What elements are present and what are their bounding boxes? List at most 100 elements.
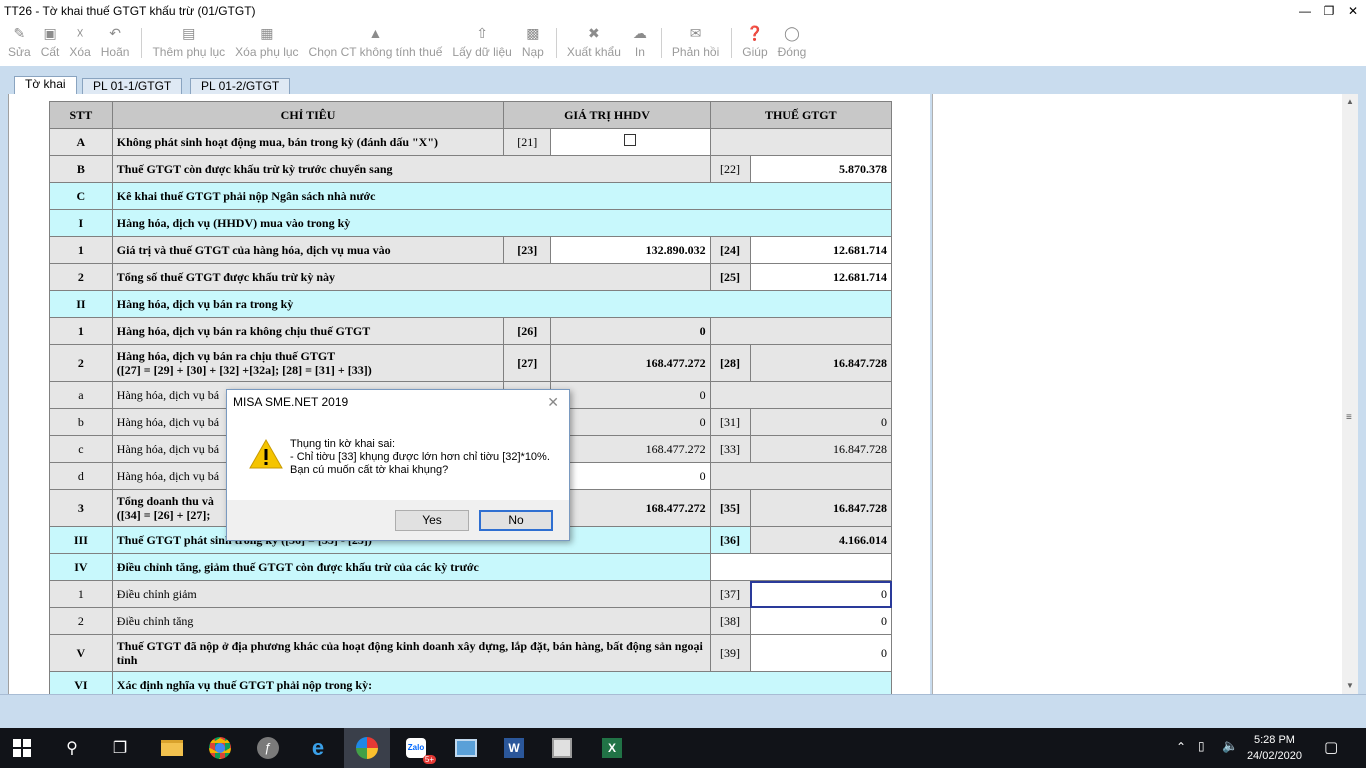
table-row: 1 Hàng hóa, dịch vụ bán ra không chịu th… [49, 317, 893, 345]
table-row: C Kê khai thuế GTGT phải nộp Ngân sách n… [49, 182, 893, 210]
close-form-icon: ◯ [784, 24, 800, 41]
fetch-data-icon: ⇧ [476, 24, 488, 41]
help-button[interactable]: ❓ Giúp [738, 22, 771, 60]
table-row: 2 Điều chỉnh tăng [38] 0 [49, 607, 893, 635]
calculator-button[interactable] [548, 734, 576, 762]
misa-button[interactable] [344, 728, 390, 768]
field-33[interactable]: 16.847.728 [749, 435, 893, 463]
photos-icon [455, 739, 477, 757]
notification-badge: 5+ [422, 755, 436, 764]
warning-icon [249, 438, 283, 469]
no-activity-checkbox[interactable] [624, 134, 637, 146]
photos-button[interactable] [452, 734, 480, 762]
field-37[interactable]: 0 [749, 580, 893, 608]
feedback-button[interactable]: ✉ Phản hồi [668, 22, 723, 60]
scroll-down-icon[interactable]: ▼ [1342, 678, 1358, 694]
tab-pl-01-2[interactable]: PL 01-2/GTGT [190, 78, 291, 94]
add-appendix-icon: ▤ [182, 24, 196, 41]
toolbar-separator [555, 28, 557, 58]
file-explorer-button[interactable] [158, 734, 186, 762]
word-icon: W [504, 738, 524, 758]
field-34[interactable]: 168.477.272 [550, 489, 711, 527]
field-39[interactable]: 0 [749, 634, 893, 672]
toolbar-separator [731, 28, 733, 58]
field-22[interactable]: 5.870.378 [749, 155, 893, 183]
misa-icon [356, 737, 378, 759]
search-button[interactable]: ⚲ [58, 734, 86, 762]
close-form-button[interactable]: ◯ Đóng [774, 22, 811, 60]
dialog-footer: Yes No [227, 500, 569, 540]
undo-button[interactable]: ↶ Hoãn [97, 22, 134, 60]
field-30[interactable]: 0 [550, 408, 711, 436]
flash-button[interactable]: ƒ [254, 734, 282, 762]
zalo-button[interactable]: Zalo 5+ [402, 734, 436, 764]
scroll-grip-icon[interactable]: ≡ [1346, 412, 1354, 423]
excel-button[interactable]: X [598, 734, 626, 762]
start-button[interactable] [8, 734, 36, 762]
toolbar-separator [660, 28, 662, 58]
field-28[interactable]: 16.847.728 [749, 344, 893, 382]
header-stt: STT [49, 101, 113, 129]
fetch-data-button[interactable]: ⇧ Lấy dữ liệu [448, 22, 515, 60]
table-row: A Không phát sinh hoạt động mua, bán tro… [49, 128, 893, 156]
load-button[interactable]: ▩ Nạp [518, 22, 548, 60]
field-36[interactable]: 4.166.014 [749, 526, 893, 554]
restore-icon[interactable]: ❐ [1322, 2, 1336, 20]
volume-muted-icon[interactable]: 🔈 [1222, 738, 1238, 754]
export-button[interactable]: ✖ Xuất khẩu [563, 22, 625, 60]
field-35[interactable]: 16.847.728 [749, 489, 893, 527]
add-appendix-button[interactable]: ▤ Thêm phụ lục [148, 22, 229, 60]
close-icon[interactable]: ✕ [1346, 2, 1360, 20]
feedback-icon: ✉ [689, 24, 702, 41]
chrome-button[interactable] [206, 734, 234, 762]
toolbar-separator [141, 28, 143, 58]
save-button[interactable]: ▣ Cất [37, 22, 64, 60]
status-strip [0, 694, 1366, 728]
field-32a[interactable]: 0 [550, 462, 711, 490]
task-view-button[interactable]: ❐ [106, 734, 134, 762]
ie-button[interactable]: e [304, 734, 332, 762]
print-icon: ☁ [632, 24, 647, 41]
tab-to-khai[interactable]: Tờ khai [14, 76, 77, 94]
field-24[interactable]: 12.681.714 [749, 236, 893, 264]
scroll-up-icon[interactable]: ▲ [1342, 94, 1358, 110]
delete-button[interactable]: ☓ Xóa [65, 22, 94, 60]
battery-icon[interactable]: ▯ [1198, 739, 1205, 753]
right-pane [932, 94, 1342, 694]
print-button[interactable]: ☁ In [627, 22, 653, 60]
load-icon: ▩ [526, 24, 540, 41]
chrome-icon [209, 737, 231, 759]
table-row: VI Xác định nghĩa vụ thuế GTGT phải nộp … [49, 671, 893, 694]
dialog-close-icon[interactable]: ✕ [547, 394, 559, 411]
field-26[interactable]: 0 [550, 317, 711, 345]
yes-button[interactable]: Yes [395, 510, 469, 531]
delete-appendix-button[interactable]: ▦ Xóa phụ lục [231, 22, 302, 60]
ie-icon: e [311, 735, 325, 760]
excel-icon: X [602, 738, 622, 758]
edit-button[interactable]: ✎ Sửa [4, 22, 35, 60]
taskbar: ⚲ ❐ ƒ e Zalo 5+ W X ⌃ ▯ 🔈 5:28 PM 24/02/… [0, 728, 1366, 768]
select-document-button[interactable]: ▲ Chọn CT không tính thuế [305, 22, 447, 59]
word-button[interactable]: W [500, 734, 528, 762]
tab-pl-01-1[interactable]: PL 01-1/GTGT [82, 78, 183, 94]
delete-icon: ☓ [76, 24, 84, 41]
action-center-icon[interactable]: ▢ [1324, 738, 1338, 756]
field-31[interactable]: 0 [749, 408, 893, 436]
export-icon: ✖ [587, 24, 600, 41]
tray-chevron-icon[interactable]: ⌃ [1176, 740, 1186, 754]
field-27[interactable]: 168.477.272 [550, 344, 711, 382]
field-38[interactable]: 0 [749, 607, 893, 635]
window-title: TT26 - Tờ khai thuế GTGT khấu trừ (01/GT… [4, 4, 256, 18]
field-32[interactable]: 168.477.272 [550, 435, 711, 463]
table-row: 1 Giá trị và thuế GTGT của hàng hóa, dịc… [49, 236, 893, 264]
field-25[interactable]: 12.681.714 [749, 263, 893, 291]
edit-icon: ✎ [13, 24, 26, 41]
vertical-scrollbar[interactable]: ▲ ≡ ▼ [1342, 94, 1358, 694]
folder-icon [161, 740, 183, 756]
dialog-body: Thụng tin kờ khai sai: - Chỉ tiờu [33] k… [227, 414, 569, 498]
field-29[interactable]: 0 [550, 381, 711, 409]
no-button[interactable]: No [479, 510, 553, 531]
minimize-icon[interactable]: — [1298, 2, 1312, 20]
system-clock[interactable]: 5:28 PM 24/02/2020 [1247, 732, 1302, 764]
field-23[interactable]: 132.890.032 [550, 236, 711, 264]
